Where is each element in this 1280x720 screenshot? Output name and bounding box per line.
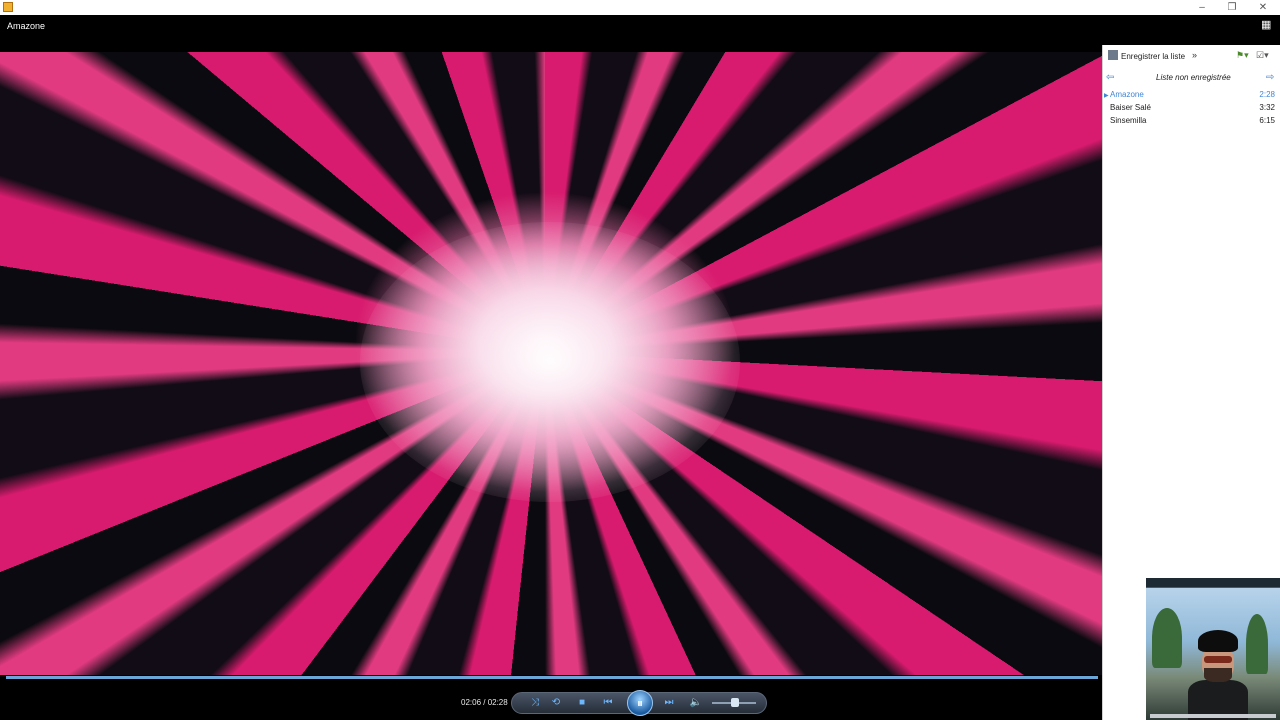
repeat-button[interactable]: ⟲ <box>549 697 563 709</box>
time-display: 02:06 / 02:28 <box>461 698 508 707</box>
media-player-icon <box>3 2 13 12</box>
webcam-toolbar <box>1146 578 1280 588</box>
sunglasses <box>1204 656 1232 663</box>
playlist-header <box>1102 15 1280 45</box>
back-arrow-icon[interactable]: ⇦ <box>1106 72 1114 83</box>
save-icon <box>1108 50 1118 60</box>
now-playing-title: Amazone <box>7 21 46 31</box>
restore-button[interactable]: ❐ <box>1218 0 1246 15</box>
playlist-name: Liste non enregistrée <box>1156 73 1231 82</box>
list-options-icon[interactable]: ☑▾ <box>1256 50 1269 61</box>
seek-bar[interactable] <box>6 676 1098 679</box>
shuffle-button[interactable]: ⤨ <box>528 697 542 709</box>
video-glow <box>360 222 740 502</box>
previous-button[interactable]: ⏮ <box>601 697 615 709</box>
track-title: Sinsemilla <box>1110 116 1147 125</box>
title-bar: – ❐ ✕ <box>0 0 1280 15</box>
switch-view-icon[interactable]: ▦ <box>1261 20 1272 31</box>
track-duration: 6:15 <box>1259 116 1275 125</box>
video-frame[interactable] <box>0 52 1102 675</box>
track-title: Amazone <box>1110 90 1144 99</box>
save-list-button[interactable]: Enregistrer la liste <box>1108 50 1185 61</box>
play-pause-button[interactable]: ⏸ <box>627 690 653 716</box>
beanie <box>1198 630 1238 652</box>
now-playing-marker-icon: ▶ <box>1104 93 1109 99</box>
mute-button[interactable]: 🔈 <box>689 697 703 709</box>
minimize-button[interactable]: – <box>1188 0 1216 15</box>
next-button[interactable]: ⏭ <box>662 697 676 709</box>
webcam-status-bar <box>1150 714 1276 718</box>
save-list-label: Enregistrer la liste <box>1121 52 1186 61</box>
forward-arrow-icon[interactable]: ⇨ <box>1266 72 1274 83</box>
playlist-item[interactable]: Baiser Salé 3:32 <box>1110 103 1275 112</box>
playlist-item[interactable]: Sinsemilla 6:15 <box>1110 116 1275 125</box>
track-duration: 2:28 <box>1259 90 1275 99</box>
close-button[interactable]: ✕ <box>1249 0 1277 15</box>
playlist-item[interactable]: Amazone 2:28 <box>1110 90 1275 99</box>
track-duration: 3:32 <box>1259 103 1275 112</box>
webcam-overlay <box>1146 578 1280 720</box>
stop-button[interactable]: ■ <box>575 697 589 709</box>
more-options-button[interactable]: » <box>1192 50 1197 60</box>
palm-tree <box>1152 608 1182 668</box>
palm-tree <box>1246 614 1268 674</box>
track-title: Baiser Salé <box>1110 103 1151 112</box>
streamer-avatar <box>1188 630 1248 720</box>
playlist-options-icon[interactable]: ⚑▾ <box>1236 50 1249 61</box>
volume-thumb[interactable] <box>731 698 739 707</box>
